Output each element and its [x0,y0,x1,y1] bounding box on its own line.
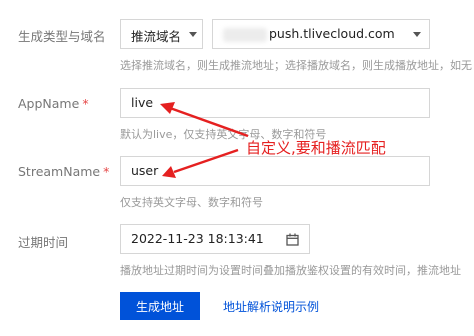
arrow-annotation-icon [160,102,249,178]
annotation-text: 自定义,要和播流匹配 [246,139,386,157]
